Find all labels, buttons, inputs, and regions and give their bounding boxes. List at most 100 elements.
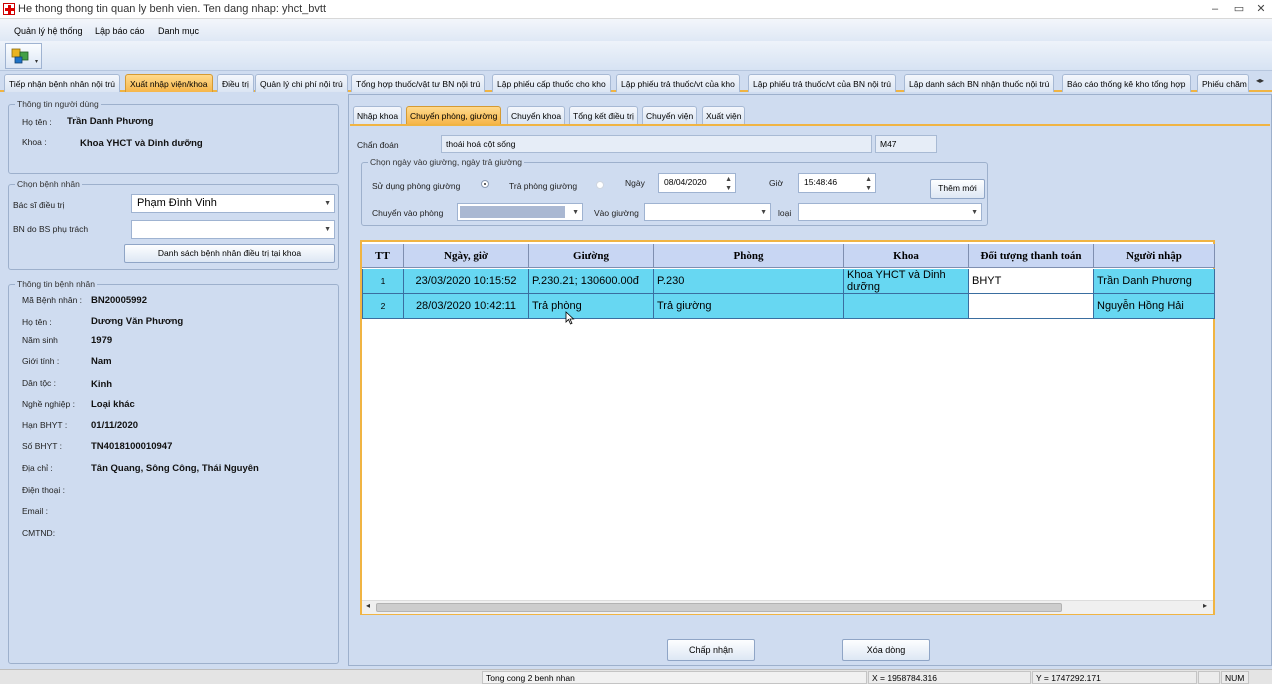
restore-icon[interactable]: ▭ <box>1228 1 1250 17</box>
column-header[interactable]: Phòng <box>654 244 844 268</box>
minimize-icon[interactable]: – <box>1204 1 1226 17</box>
patient-address: Tân Quang, Sông Công, Thái Nguyên <box>91 463 259 474</box>
spin-icon[interactable]: ▲ ▼ <box>865 175 872 193</box>
toolbar <box>0 41 1272 71</box>
tab-treatment[interactable]: Điều trị <box>217 74 254 92</box>
field-label: Họ tên : <box>22 317 52 327</box>
column-header[interactable]: Giường <box>529 244 654 268</box>
group-title: Thông tin người dùng <box>15 99 101 109</box>
chevron-down-icon: ▼ <box>572 209 579 216</box>
scroll-left-icon[interactable]: ◂ <box>366 601 370 610</box>
field-label: Năm sinh <box>22 335 58 345</box>
user-name-label: Họ tên : <box>22 117 52 127</box>
patient-list-button[interactable]: Danh sách bệnh nhân điều trị tại khoa <box>124 244 335 263</box>
diagnosis-code-input[interactable]: M47 <box>875 135 937 153</box>
subtab-transfer-dept[interactable]: Chuyển khoa <box>507 106 566 124</box>
date-value: 08/04/2020 <box>664 177 707 187</box>
bn-select[interactable]: ▼ <box>131 220 335 239</box>
scroll-thumb[interactable] <box>376 603 1062 612</box>
field-label: Số BHYT : <box>22 441 62 451</box>
tab-scroll-arrows-icon[interactable]: ◂▸ <box>1250 74 1270 88</box>
app-logo-icon <box>3 3 15 15</box>
type-label: loại <box>778 208 792 218</box>
field-label: CMTND: <box>22 528 56 538</box>
tab-warehouse-return[interactable]: Lập phiếu trả thuốc/vt của kho <box>616 74 740 92</box>
status-blank <box>1198 671 1220 684</box>
tab-drug-summary[interactable]: Tổng hợp thuốc/vật tư BN nội trú <box>351 74 486 92</box>
room-select[interactable]: ▼ <box>457 203 583 221</box>
accept-button[interactable]: Chấp nhận <box>667 639 755 661</box>
tab-patient-return[interactable]: Lập phiếu trả thuốc/vt của BN nội trú <box>748 74 896 92</box>
cell-datetime: 28/03/2020 10:42:11 <box>404 294 529 319</box>
column-header[interactable]: Ngày, giờ <box>404 244 529 268</box>
row-number: 2 <box>362 294 404 319</box>
type-select[interactable]: ▼ <box>798 203 982 221</box>
tab-inpatient-costs[interactable]: Quản lý chi phí nội trú <box>255 74 348 92</box>
tab-warehouse-report[interactable]: Báo cáo thống kê kho tổng hợp <box>1062 74 1191 92</box>
menu-catalog[interactable]: Danh mục <box>158 26 199 36</box>
status-bar: Tong cong 2 benh nhan X = 1958784.316 Y … <box>0 669 1272 684</box>
subtab-admit-dept[interactable]: Nhập khoa <box>353 106 403 124</box>
field-label: Email : <box>22 506 48 516</box>
field-label: Dân tộc : <box>22 378 57 388</box>
tab-admission-discharge[interactable]: Xuất nhập viện/khoa <box>125 74 213 92</box>
status-x-coordinate: X = 1958784.316 <box>868 671 1031 684</box>
subtab-treatment-summary[interactable]: Tổng kết điều trị <box>569 106 638 124</box>
mouse-cursor-icon <box>565 311 575 325</box>
cell-room: Trả giường <box>654 294 844 319</box>
patient-occupation: Loại khác <box>91 399 135 410</box>
use-room-radio[interactable] <box>481 180 489 188</box>
use-room-label: Sử dụng phòng giường <box>372 181 461 191</box>
subtab-transfer-bed[interactable]: Chuyển phòng, giường <box>406 106 502 124</box>
user-dept-label: Khoa : <box>22 137 47 147</box>
tab-care-slip[interactable]: Phiếu chăm <box>1197 74 1249 92</box>
tools-icon <box>11 48 38 64</box>
room-select-highlight <box>460 206 565 218</box>
chevron-down-icon: ▼ <box>324 226 331 233</box>
patient-name: Dương Văn Phương <box>91 316 184 327</box>
date-picker[interactable]: 08/04/2020 ▲ ▼ <box>658 173 736 193</box>
tab-drug-recipients[interactable]: Lập danh sách BN nhận thuốc nội trú <box>904 74 1055 92</box>
tab-drug-issue-slip[interactable]: Lập phiếu cấp thuốc cho kho <box>492 74 611 92</box>
cell-room: P.230 <box>654 269 844 294</box>
return-bed-radio[interactable] <box>596 181 604 189</box>
add-new-button[interactable]: Thêm mới <box>930 179 985 199</box>
close-icon[interactable]: ✕ <box>1250 1 1272 17</box>
bed-label: Vào giường <box>594 208 639 218</box>
group-title: Chọn bệnh nhân <box>15 179 82 189</box>
horizontal-scrollbar[interactable]: ◂ ▸ <box>362 600 1213 614</box>
cell-datetime: 23/03/2020 10:15:52 <box>404 269 529 294</box>
doctor-select[interactable]: Phạm Đình Vinh ▼ <box>131 194 335 213</box>
diagnosis-input[interactable]: thoái hoá cột sống <box>441 135 872 153</box>
column-header[interactable]: Người nhập <box>1094 244 1215 268</box>
subtab-discharge[interactable]: Xuất viện <box>702 106 746 124</box>
cell-dept: Khoa YHCT và Dinh dưỡng <box>844 269 969 294</box>
chevron-down-icon: ▼ <box>971 209 978 216</box>
scroll-right-icon[interactable]: ▸ <box>1203 601 1207 610</box>
field-label: Mã Bệnh nhân : <box>22 295 83 305</box>
subtab-transfer-hospital[interactable]: Chuyển viện <box>642 106 698 124</box>
menu-bar: Quản lý hệ thống Lập báo cáo Danh mục <box>0 19 1272 41</box>
cell-dept <box>844 294 969 319</box>
patient-gender: Nam <box>91 356 112 367</box>
tool-menu-button[interactable] <box>5 43 42 69</box>
patient-ethnicity: Kinh <box>91 379 113 390</box>
column-header[interactable]: TT <box>362 244 404 268</box>
cell-user: Trần Danh Phương <box>1094 269 1215 294</box>
group-title: Chọn ngày vào giường, ngày trả giường <box>368 157 525 167</box>
column-header[interactable]: Khoa <box>844 244 969 268</box>
cell-user: Nguyễn Hồng Hải <box>1094 294 1215 319</box>
doctor-value: Phạm Đình Vinh <box>137 197 217 209</box>
field-label: Giới tính : <box>22 356 60 366</box>
menu-system[interactable]: Quản lý hệ thống <box>14 26 83 36</box>
field-label: Hạn BHYT : <box>22 420 68 430</box>
delete-row-button[interactable]: Xóa dòng <box>842 639 930 661</box>
bed-select[interactable]: ▼ <box>644 203 771 221</box>
column-header[interactable]: Đối tượng thanh toán <box>969 244 1094 268</box>
spin-icon[interactable]: ▲ ▼ <box>725 175 732 193</box>
time-label: Giờ <box>769 178 784 188</box>
status-y-coordinate: Y = 1747292.171 <box>1032 671 1197 684</box>
time-picker[interactable]: 15:48:46 ▲ ▼ <box>798 173 876 193</box>
tab-inpatient-reception[interactable]: Tiếp nhận bệnh nhân nội trú <box>4 74 121 92</box>
menu-reports[interactable]: Lập báo cáo <box>95 26 145 36</box>
